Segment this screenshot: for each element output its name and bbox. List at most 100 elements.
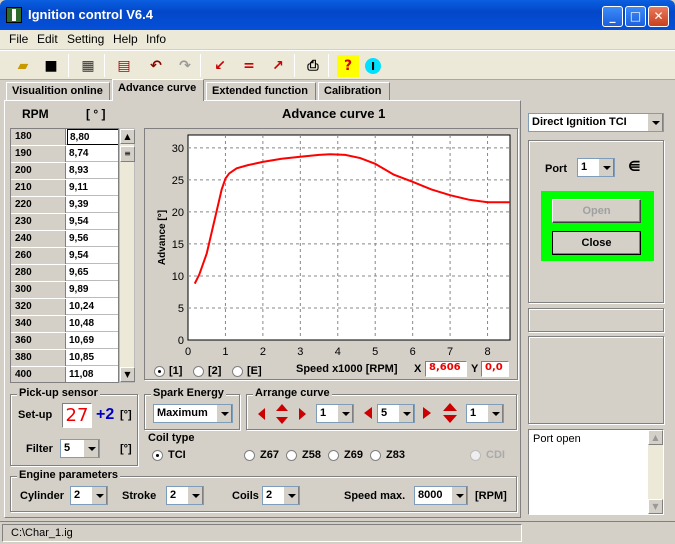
- cylinder-select[interactable]: 2: [70, 486, 108, 505]
- advance-cell[interactable]: 9,54: [67, 248, 118, 264]
- advance-cell[interactable]: 10,24: [67, 299, 118, 315]
- x-tick-label: 3: [297, 346, 303, 358]
- table-icon[interactable]: ▦: [77, 55, 99, 77]
- x-tick-label: 0: [185, 346, 191, 358]
- table-row[interactable]: 280 9,65: [11, 265, 118, 281]
- title-bar[interactable]: Ignition control V6.4 _ □ ✕: [0, 0, 675, 30]
- rpm-cell: 220: [11, 197, 66, 213]
- advance-cell[interactable]: 10,48: [67, 316, 118, 332]
- arrange-select-1[interactable]: 1: [316, 404, 354, 423]
- tab-extended-function[interactable]: Extended function: [206, 82, 316, 100]
- arrow-down-left-icon[interactable]: ↙: [209, 55, 231, 77]
- stroke-select[interactable]: 2: [166, 486, 204, 505]
- arrange-select-2[interactable]: 5: [377, 404, 415, 423]
- chart-icon[interactable]: ▤: [113, 55, 135, 77]
- save-disk-icon[interactable]: ■: [40, 55, 62, 77]
- arrow-up-right-icon[interactable]: ↗: [267, 55, 289, 77]
- menu-file[interactable]: File: [9, 32, 28, 46]
- table-row[interactable]: 360 10,69: [11, 333, 118, 349]
- advance-curve-chart[interactable]: 0 1 2 3 4 5 6 7 8 0 5 10 15 20 25 30 Advance [°]: [145, 129, 517, 379]
- radio-curve-1[interactable]: [154, 366, 165, 377]
- table-row[interactable]: 400 11,08: [11, 367, 118, 382]
- table-row[interactable]: 220 9,39: [11, 197, 118, 213]
- advance-cell[interactable]: 9,65: [67, 265, 118, 281]
- tab-advance-curve[interactable]: Advance curve: [112, 79, 204, 101]
- close-button[interactable]: ✕: [648, 6, 669, 27]
- filter-select[interactable]: 5: [60, 439, 100, 458]
- advance-cell[interactable]: 10,69: [67, 333, 118, 349]
- speed-axis-label: Speed x1000 [RPM]: [296, 363, 398, 375]
- port-select[interactable]: 1: [577, 158, 615, 177]
- radio-coil-z83[interactable]: [370, 450, 381, 461]
- arrange-select-3[interactable]: 1: [466, 404, 504, 423]
- advance-cell[interactable]: 11,08: [67, 367, 118, 382]
- tab-calibration[interactable]: Calibration: [318, 82, 390, 100]
- advance-cell[interactable]: 9,54: [67, 214, 118, 230]
- log-area[interactable]: Port open: [528, 429, 664, 515]
- scroll-thumb[interactable]: ≡: [120, 146, 135, 162]
- advance-cell[interactable]: 9,56: [67, 231, 118, 247]
- ignition-mode-select[interactable]: Direct Ignition TCI: [528, 113, 664, 132]
- table-row[interactable]: 300 9,89: [11, 282, 118, 298]
- table-row[interactable]: 180 8,80: [11, 129, 118, 145]
- tab-visualition-online[interactable]: Visualition online: [6, 82, 110, 100]
- advance-cell[interactable]: 8,80: [67, 129, 118, 145]
- spark-energy-select[interactable]: Maximum: [153, 404, 233, 423]
- spark-value: Maximum: [157, 407, 208, 419]
- menu-edit[interactable]: Edit: [37, 32, 58, 46]
- table-row[interactable]: 340 10,48: [11, 316, 118, 332]
- radio-coil-z58[interactable]: [286, 450, 297, 461]
- table-row[interactable]: 210 9,11: [11, 180, 118, 196]
- menu-setting[interactable]: Setting: [67, 32, 104, 46]
- undo-icon[interactable]: ↶: [145, 55, 167, 77]
- radio-curve-2[interactable]: [193, 366, 204, 377]
- rpm-cell: 230: [11, 214, 66, 230]
- radio-coil-tci[interactable]: [152, 450, 163, 461]
- printer-icon[interactable]: ⎙: [302, 55, 324, 77]
- speed-max-select[interactable]: 8000: [414, 486, 468, 505]
- table-row[interactable]: 380 10,85: [11, 350, 118, 366]
- redo-icon[interactable]: ↷: [174, 55, 196, 77]
- advance-table[interactable]: 180 8,80 190 8,74 200 8,93 210 9,11 220 9,39 230 9,…: [10, 128, 119, 383]
- advance-cell[interactable]: 9,89: [67, 282, 118, 298]
- table-row[interactable]: 240 9,56: [11, 231, 118, 247]
- scroll-down-icon[interactable]: ▼: [648, 499, 663, 514]
- arrow-left-icon[interactable]: [363, 406, 373, 420]
- radio-coil-z69[interactable]: [328, 450, 339, 461]
- table-scrollbar[interactable]: ▲ ≡ ▼: [119, 128, 135, 383]
- radio-curve-e[interactable]: [232, 366, 243, 377]
- minimize-button[interactable]: _: [602, 6, 623, 27]
- move-arrows-icon[interactable]: [256, 402, 308, 426]
- table-row[interactable]: 230 9,54: [11, 214, 118, 230]
- menu-info[interactable]: Info: [146, 32, 166, 46]
- up-down-arrows-icon[interactable]: [440, 401, 460, 425]
- arrow-right-icon[interactable]: [422, 406, 432, 420]
- open-folder-icon[interactable]: ▰: [12, 55, 34, 77]
- radio-coil-z67[interactable]: [244, 450, 255, 461]
- close-port-button[interactable]: Close: [552, 231, 641, 255]
- info-icon[interactable]: I: [365, 58, 381, 74]
- table-row[interactable]: 320 10,24: [11, 299, 118, 315]
- advance-cell[interactable]: 9,39: [67, 197, 118, 213]
- advance-cell[interactable]: 10,85: [67, 350, 118, 366]
- menu-help[interactable]: Help: [113, 32, 138, 46]
- scroll-down-icon[interactable]: ▼: [120, 367, 135, 382]
- table-row[interactable]: 190 8,74: [11, 146, 118, 162]
- table-row[interactable]: 260 9,54: [11, 248, 118, 264]
- coils-select[interactable]: 2: [262, 486, 300, 505]
- setup-value[interactable]: 27: [62, 403, 92, 428]
- help-icon[interactable]: ?: [337, 55, 359, 77]
- maximize-button[interactable]: □: [625, 6, 646, 27]
- table-row[interactable]: 200 8,93: [11, 163, 118, 179]
- advance-cell[interactable]: 9,11: [67, 180, 118, 196]
- advance-cell[interactable]: 8,93: [67, 163, 118, 179]
- open-button[interactable]: Open: [552, 199, 641, 223]
- equals-icon[interactable]: =: [238, 55, 260, 77]
- y-tick-label: 30: [172, 143, 184, 155]
- scroll-up-icon[interactable]: ▲: [120, 129, 135, 144]
- chart-frame[interactable]: 0 1 2 3 4 5 6 7 8 0 5 10 15 20 25 30 Advance [°]: [144, 128, 518, 380]
- scroll-up-icon[interactable]: ▲: [648, 430, 663, 445]
- advance-cell[interactable]: 8,74: [67, 146, 118, 162]
- log-scrollbar[interactable]: ▲ ▼: [648, 430, 663, 514]
- y-tick-label: 5: [178, 303, 184, 315]
